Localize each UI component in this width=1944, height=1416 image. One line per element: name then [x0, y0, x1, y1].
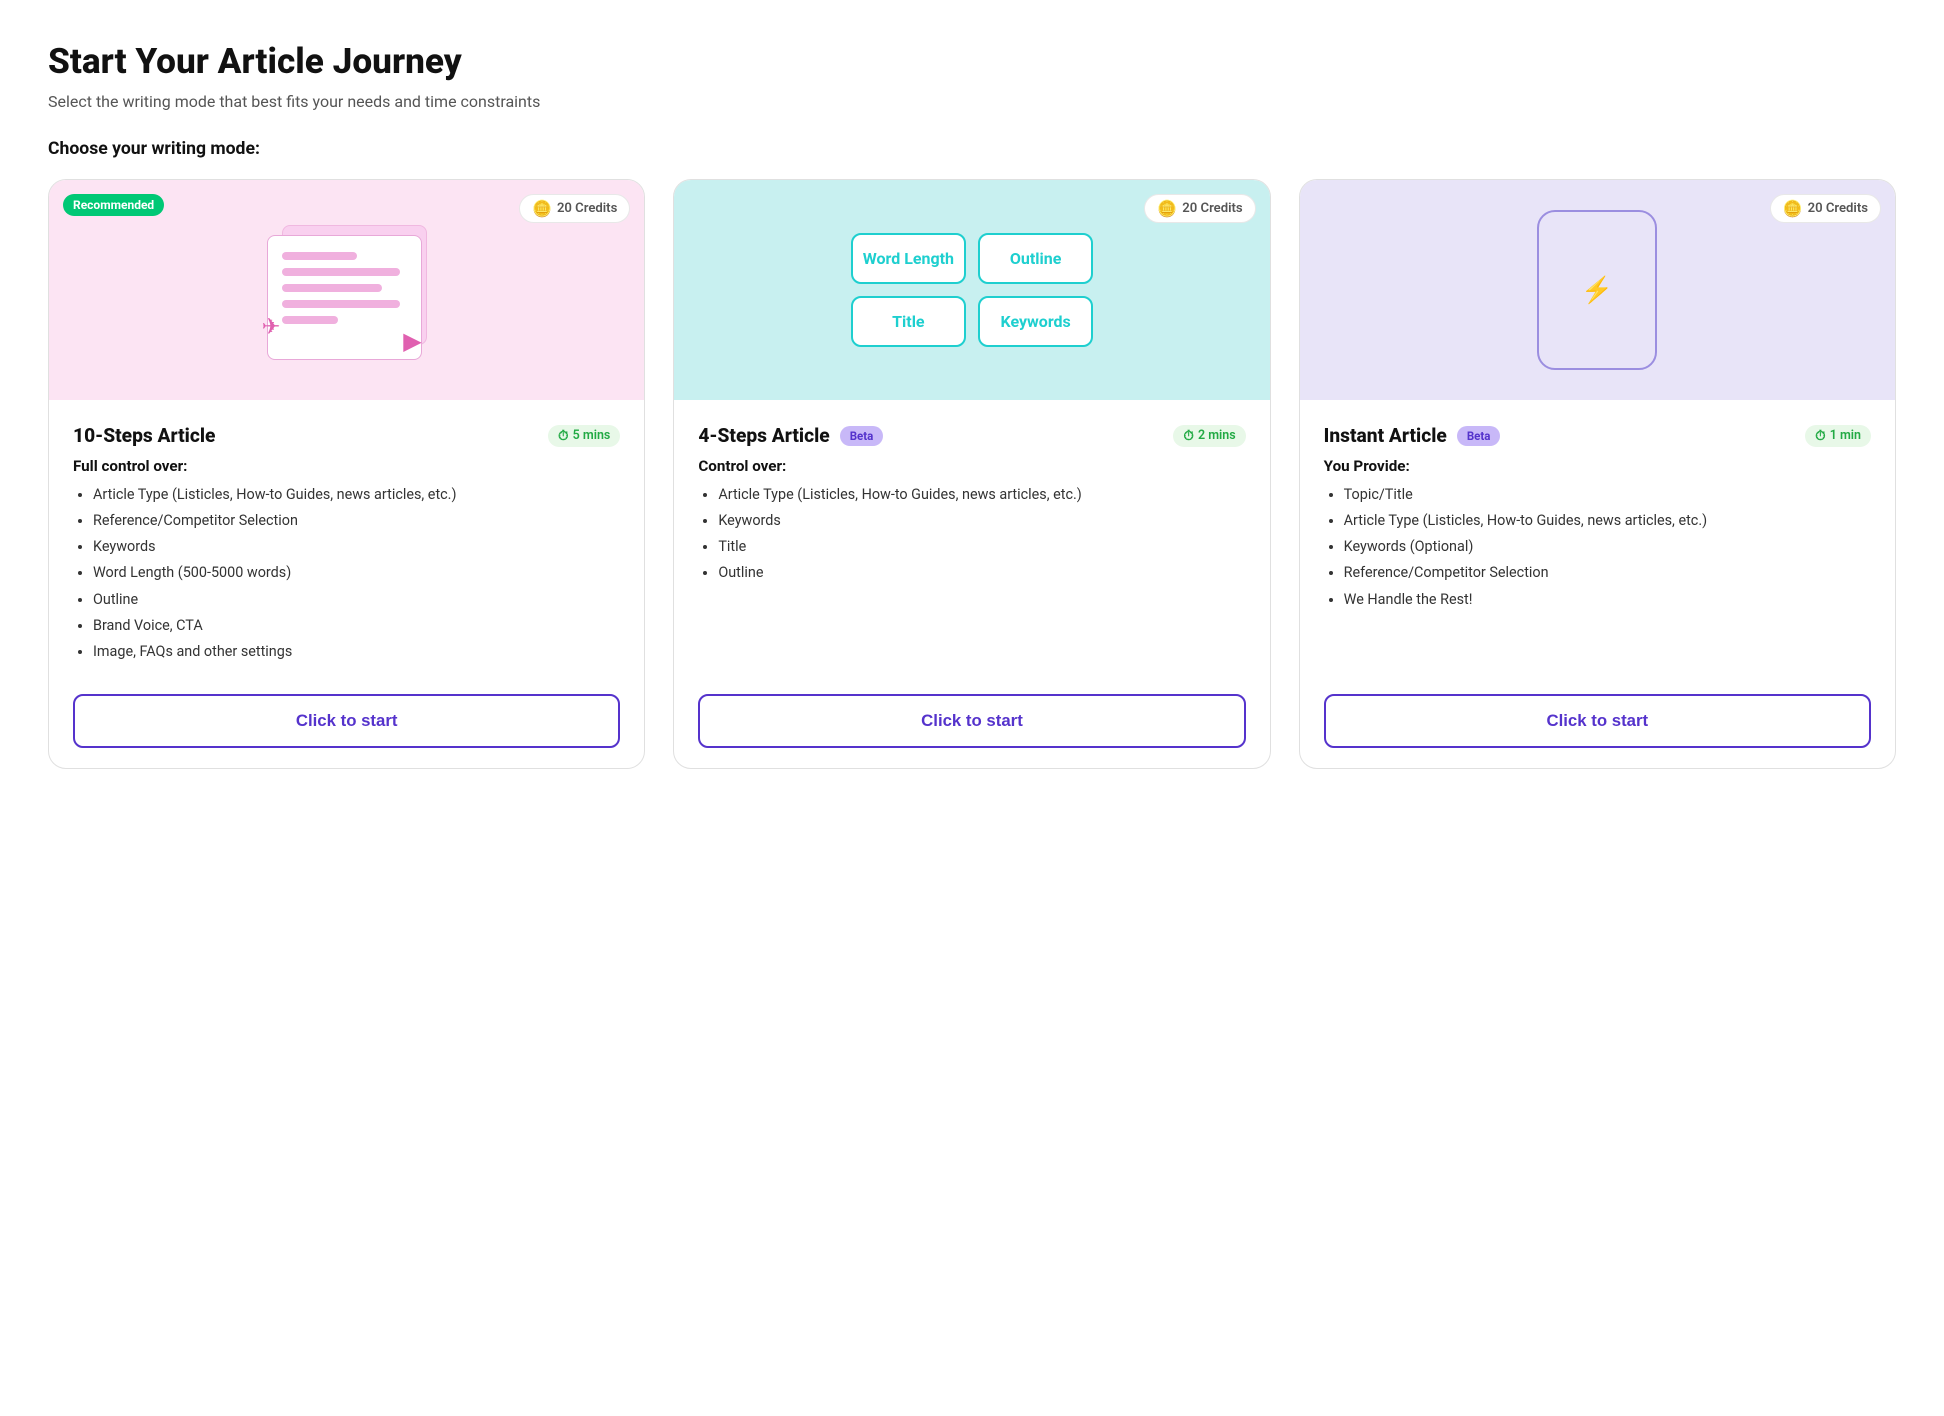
lightning-box: ⚡ [1570, 263, 1625, 318]
card-header-instant: Instant Article Beta ⏱ 1 min [1324, 424, 1871, 447]
badge-credits-four-steps: 🪙 20 Credits [1144, 194, 1255, 223]
badge-time-instant: ⏱ 1 min [1805, 425, 1871, 447]
card-visual-instant: 🪙 20 Credits ⚡ [1300, 180, 1895, 400]
doc-line-5 [282, 316, 338, 324]
list-item: Image, FAQs and other settings [93, 642, 620, 662]
card-visual-four-steps: 🪙 20 Credits Word Length Outline Title K… [674, 180, 1269, 400]
control-label-instant: You Provide: [1324, 457, 1871, 475]
badge-credits-ten-steps: 🪙 20 Credits [519, 194, 630, 223]
card-footer-instant: Click to start [1300, 678, 1895, 768]
badge-beta-four-steps: Beta [840, 426, 884, 446]
step-pill-title: Title [851, 296, 966, 347]
step-pill-keywords: Keywords [978, 296, 1093, 347]
page-title: Start Your Article Journey [48, 40, 1896, 82]
card-title-ten-steps: 10-Steps Article [73, 424, 215, 447]
card-footer-four-steps: Click to start [674, 678, 1269, 768]
control-label-ten-steps: Full control over: [73, 457, 620, 475]
card-ten-steps: Recommended 🪙 20 Credits ✈ ▶ [48, 179, 645, 769]
list-item: Article Type (Listicles, How-to Guides, … [93, 485, 620, 505]
card-footer-ten-steps: Click to start [49, 678, 644, 768]
card-body-instant: Instant Article Beta ⏱ 1 min You Provide… [1300, 400, 1895, 678]
list-item: Keywords [93, 537, 620, 557]
feature-list-four-steps: Article Type (Listicles, How-to Guides, … [698, 485, 1245, 662]
doc-line-1 [282, 252, 357, 260]
phone-illustration: ⚡ [1532, 205, 1662, 375]
steps-grid: Word Length Outline Title Keywords [831, 213, 1114, 367]
doc-front [267, 235, 422, 360]
feature-list-ten-steps: Article Type (Listicles, How-to Guides, … [73, 485, 620, 662]
list-item: Outline [93, 590, 620, 610]
card-title-four-steps: 4-Steps Article [698, 424, 829, 447]
doc-line-2 [282, 268, 401, 276]
list-item: Outline [718, 563, 1245, 583]
clock-icon: ⏱ [1815, 428, 1826, 444]
badge-credits-instant: 🪙 20 Credits [1770, 194, 1881, 223]
document-illustration: ✈ ▶ [252, 215, 442, 365]
start-button-ten-steps[interactable]: Click to start [73, 694, 620, 748]
card-visual-ten-steps: Recommended 🪙 20 Credits ✈ ▶ [49, 180, 644, 400]
badge-time-ten-steps: ⏱ 5 mins [548, 425, 620, 447]
start-button-instant[interactable]: Click to start [1324, 694, 1871, 748]
step-pill-word-length: Word Length [851, 233, 966, 284]
credits-icon: 🪙 [532, 199, 552, 218]
list-item: We Handle the Rest! [1344, 590, 1871, 610]
list-item: Keywords [718, 511, 1245, 531]
list-item: Word Length (500-5000 words) [93, 563, 620, 583]
doc-line-3 [282, 284, 382, 292]
list-item: Reference/Competitor Selection [93, 511, 620, 531]
badge-recommended: Recommended [63, 194, 164, 216]
card-body-four-steps: 4-Steps Article Beta ⏱ 2 mins Control ov… [674, 400, 1269, 678]
feature-list-instant: Topic/Title Article Type (Listicles, How… [1324, 485, 1871, 662]
step-pill-outline: Outline [978, 233, 1093, 284]
clock-icon: ⏱ [1183, 428, 1194, 444]
card-instant: 🪙 20 Credits ⚡ Instant Article Beta ⏱ 1 … [1299, 179, 1896, 769]
list-item: Topic/Title [1344, 485, 1871, 505]
list-item: Article Type (Listicles, How-to Guides, … [718, 485, 1245, 505]
card-header-ten-steps: 10-Steps Article ⏱ 5 mins [73, 424, 620, 447]
clock-icon: ⏱ [558, 428, 569, 444]
card-header-four-steps: 4-Steps Article Beta ⏱ 2 mins [698, 424, 1245, 447]
section-label: Choose your writing mode: [48, 139, 1896, 159]
list-item: Article Type (Listicles, How-to Guides, … [1344, 511, 1871, 531]
control-label-four-steps: Control over: [698, 457, 1245, 475]
card-body-ten-steps: 10-Steps Article ⏱ 5 mins Full control o… [49, 400, 644, 678]
credits-icon: 🪙 [1157, 199, 1177, 218]
doc-line-4 [282, 300, 401, 308]
cards-grid: Recommended 🪙 20 Credits ✈ ▶ [48, 179, 1896, 769]
paper-plane-icon: ✈ [262, 314, 281, 340]
list-item: Title [718, 537, 1245, 557]
start-button-four-steps[interactable]: Click to start [698, 694, 1245, 748]
page-subtitle: Select the writing mode that best fits y… [48, 92, 1896, 111]
list-item: Brand Voice, CTA [93, 616, 620, 636]
credits-icon: 🪙 [1783, 199, 1803, 218]
badge-beta-instant: Beta [1457, 426, 1501, 446]
card-title-instant: Instant Article [1324, 424, 1447, 447]
badge-time-four-steps: ⏱ 2 mins [1173, 425, 1245, 447]
lightning-icon: ⚡ [1581, 275, 1613, 305]
cursor-icon: ▶ [403, 327, 421, 355]
list-item: Reference/Competitor Selection [1344, 563, 1871, 583]
list-item: Keywords (Optional) [1344, 537, 1871, 557]
card-four-steps: 🪙 20 Credits Word Length Outline Title K… [673, 179, 1270, 769]
